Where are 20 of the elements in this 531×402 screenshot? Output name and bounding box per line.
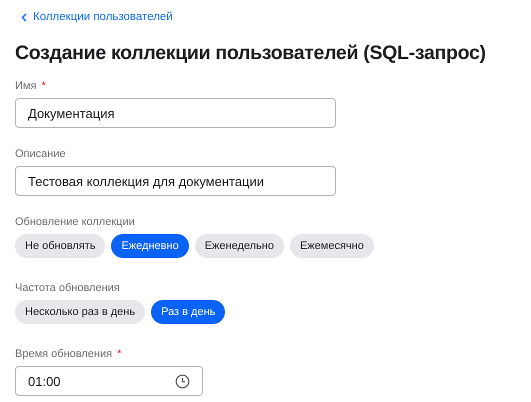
option-chip[interactable]: Несколько раз в день	[15, 300, 146, 324]
required-mark: *	[41, 80, 46, 92]
back-link[interactable]: Коллекции пользователей	[21, 8, 173, 26]
time-field[interactable]: 01:00	[15, 366, 203, 396]
chevron-left-icon	[21, 12, 27, 22]
field-label: Частота обновления	[15, 282, 120, 294]
option-chip[interactable]: Раз в день	[151, 300, 226, 324]
text-field[interactable]: Документация	[15, 98, 336, 128]
clock-icon[interactable]	[175, 374, 190, 389]
field-label: Имя	[15, 80, 36, 92]
option-chip[interactable]: Не обновлять	[15, 234, 106, 258]
field-label: Время обновления	[15, 348, 112, 360]
required-mark: *	[117, 348, 122, 360]
option-chip[interactable]: Ежемесячно	[290, 234, 374, 258]
option-chip[interactable]: Еженедельно	[194, 234, 284, 258]
field-label: Обновление коллекции	[15, 216, 135, 228]
field-label: Описание	[15, 148, 66, 160]
option-chip[interactable]: Ежедневно	[111, 234, 189, 258]
text-field[interactable]: Тестовая коллекция для документации	[15, 166, 336, 196]
page-title: Создание коллекции пользователей (SQL-запрос)	[15, 41, 486, 66]
